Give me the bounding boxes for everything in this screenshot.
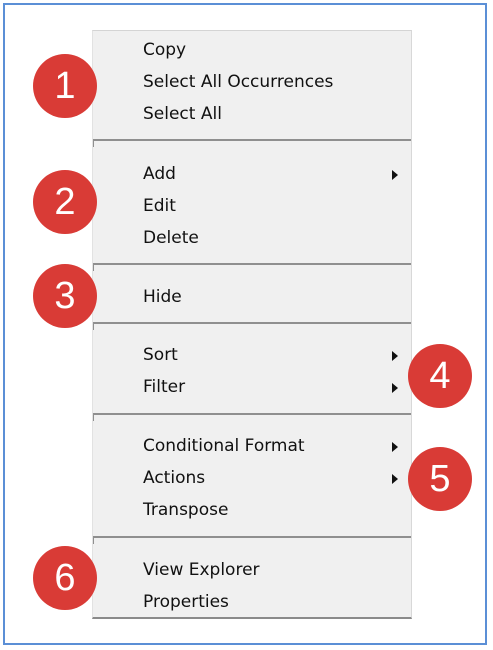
submenu-arrow-icon — [392, 170, 398, 180]
menu-item-filter-label: Filter — [143, 377, 186, 397]
callout-badge-5: 5 — [408, 447, 472, 511]
menu-item-select-all-occurrences[interactable]: Select All Occurrences — [143, 69, 333, 95]
menu-separator-tick — [93, 139, 94, 147]
menu-separator-tick — [93, 263, 94, 271]
menu-item-filter[interactable]: Filter — [143, 374, 403, 400]
menu-item-conditional-format-label: Conditional Format — [143, 436, 305, 456]
menu-item-edit[interactable]: Edit — [143, 193, 176, 219]
menu-item-hide[interactable]: Hide — [143, 284, 182, 310]
submenu-arrow-icon — [392, 351, 398, 361]
menu-item-sort-label: Sort — [143, 345, 178, 365]
menu-separator — [93, 263, 411, 265]
submenu-arrow-icon — [392, 442, 398, 452]
menu-separator-tick — [93, 536, 94, 544]
menu-item-conditional-format[interactable]: Conditional Format — [143, 433, 403, 459]
context-menu: Copy Select All Occurrences Select All A… — [92, 30, 412, 619]
callout-badge-1: 1 — [33, 54, 97, 118]
submenu-arrow-icon — [392, 474, 398, 484]
menu-separator — [93, 139, 411, 141]
menu-separator — [93, 322, 411, 324]
callout-badge-3: 3 — [33, 264, 97, 328]
menu-separator-tick — [93, 322, 94, 330]
callout-badge-4: 4 — [408, 344, 472, 408]
menu-item-delete[interactable]: Delete — [143, 225, 199, 251]
callout-badge-2: 2 — [33, 170, 97, 234]
menu-separator-tick — [93, 413, 94, 421]
submenu-arrow-icon — [392, 383, 398, 393]
menu-separator — [93, 536, 411, 538]
menu-item-sort[interactable]: Sort — [143, 342, 403, 368]
menu-separator — [93, 413, 411, 415]
menu-item-actions[interactable]: Actions — [143, 465, 403, 491]
menu-item-add-label: Add — [143, 164, 176, 184]
menu-item-properties[interactable]: Properties — [143, 589, 229, 615]
menu-item-copy[interactable]: Copy — [143, 37, 186, 63]
menu-item-add[interactable]: Add — [143, 161, 403, 187]
menu-item-view-explorer[interactable]: View Explorer — [143, 557, 260, 583]
menu-item-actions-label: Actions — [143, 468, 206, 488]
menu-item-select-all[interactable]: Select All — [143, 101, 222, 127]
menu-item-transpose[interactable]: Transpose — [143, 497, 228, 523]
callout-badge-6: 6 — [33, 546, 97, 610]
